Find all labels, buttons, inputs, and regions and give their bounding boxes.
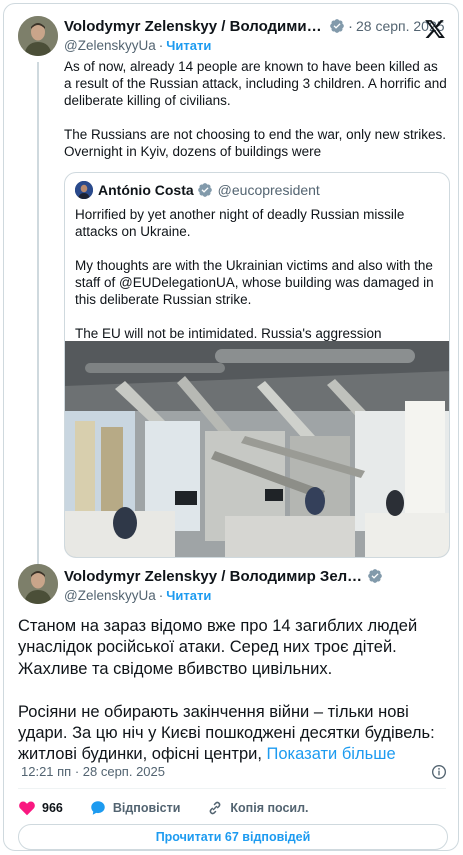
heart-icon <box>19 801 35 816</box>
separator: · <box>348 17 353 35</box>
quoted-author-handle[interactable]: @eucopresident <box>218 182 320 198</box>
like-count: 966 <box>42 801 63 815</box>
show-more-link[interactable]: Показати більше <box>267 745 396 763</box>
main-tweet: Volodymyr Zelenskyy / Володимир Зеленськ… <box>18 564 448 779</box>
info-icon[interactable] <box>431 764 447 780</box>
verified-badge-icon <box>197 183 212 197</box>
copy-link-label: Копія посил. <box>230 801 309 815</box>
reply-bubble-icon <box>91 801 105 815</box>
follow-link[interactable]: Читати <box>166 38 211 53</box>
link-icon <box>210 801 221 815</box>
x-logo-icon[interactable] <box>424 18 446 40</box>
author-name[interactable]: Volodymyr Zelenskyy / Володимир Зеленськ… <box>64 568 364 585</box>
follow-link[interactable]: Читати <box>166 588 211 603</box>
quoted-tweet-text: Horrified by yet another night of deadly… <box>75 207 434 341</box>
verified-badge-icon <box>330 19 344 33</box>
tweet-embed-card: Volodymyr Zelenskyy / Володимир Зелен...… <box>3 3 459 851</box>
tweet-text-body: Станом на зараз відомо вже про 14 загибл… <box>18 617 435 764</box>
quoted-tweet[interactable]: António Costa @eucopresident Horrified b… <box>64 172 450 558</box>
separator: · <box>158 587 164 603</box>
tweet-timestamp[interactable]: 12:21 пп · 28 серп. 2025 <box>21 764 165 779</box>
separator: · <box>158 37 164 53</box>
author-handle[interactable]: @ZelenskyyUa <box>64 588 156 603</box>
avatar[interactable] <box>18 564 58 604</box>
reply-button[interactable]: Відповісти <box>89 799 181 817</box>
like-button[interactable]: 966 <box>18 799 63 817</box>
verified-badge-icon <box>368 569 382 583</box>
tweet-actions: 966 Відповісти Копія посил. <box>18 799 335 817</box>
quoted-avatar[interactable] <box>75 181 93 199</box>
damaged-office-photo[interactable] <box>65 341 450 558</box>
divider <box>18 788 446 789</box>
quoted-author-name[interactable]: António Costa <box>98 182 194 198</box>
avatar[interactable] <box>18 16 58 56</box>
reply-label: Відповісти <box>112 801 181 815</box>
author-name[interactable]: Volodymyr Zelenskyy / Володимир Зелен... <box>64 18 326 35</box>
copy-link-button[interactable]: Копія посил. <box>206 799 309 817</box>
parent-tweet[interactable]: Volodymyr Zelenskyy / Володимир Зелен...… <box>18 16 447 159</box>
tweet-text: Станом на зараз відомо вже про 14 загибл… <box>18 616 446 766</box>
thread-line <box>37 62 39 564</box>
author-handle[interactable]: @ZelenskyyUa <box>64 38 156 53</box>
tweet-text: As of now, already 14 people are known t… <box>64 59 447 159</box>
read-replies-button[interactable]: Прочитати 67 відповідей <box>18 824 448 850</box>
